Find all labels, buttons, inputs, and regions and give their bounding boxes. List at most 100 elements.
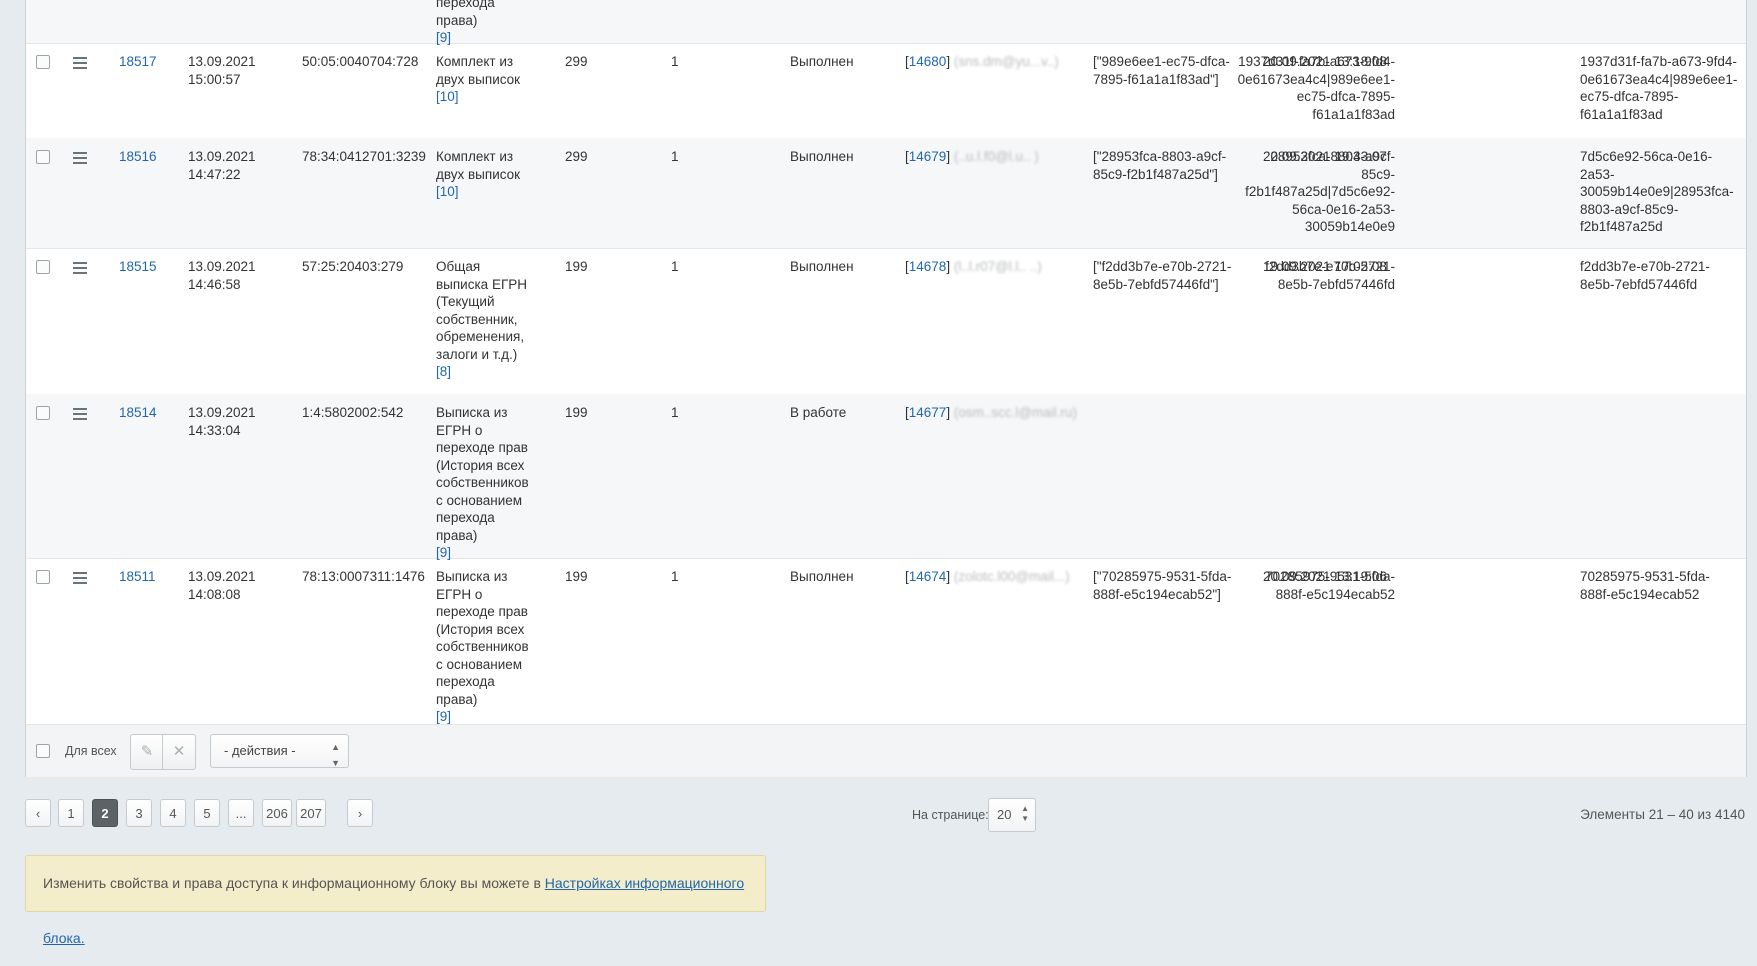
text-line: с основанием	[436, 656, 523, 672]
user-cell: [14679] (..u.l.f0@l.u.. )	[905, 149, 1039, 164]
json-ids: ["f2dd3b7e-e70b-2721- 8e5b-7ebfd57446fd"]	[1093, 258, 1231, 293]
text-line: 13.09.2021	[188, 405, 256, 420]
page-button[interactable]: 2	[92, 799, 118, 827]
orders-grid: перехода права) [9] 18517 13.09.2021 15:00:…	[25, 0, 1747, 777]
text-line: f61a1a1f83ad	[1312, 106, 1395, 122]
product-ref-link[interactable]: [9]	[436, 708, 529, 726]
text-line: ["989e6ee1-ec75-dfca-	[1093, 54, 1230, 69]
select-all-checkbox[interactable]	[36, 744, 50, 758]
text-line: 14:46:58	[188, 276, 241, 292]
order-id-link[interactable]: 18515	[119, 258, 157, 276]
row-checkbox[interactable]	[36, 570, 50, 584]
product-cell: Комплект из двух выписок [10]	[436, 148, 520, 201]
next-page-button[interactable]: ›	[347, 799, 373, 827]
table-row: 18516 13.09.2021 14:47:22 78:34:0412701:323…	[26, 138, 1746, 249]
text-line: двух выписок	[436, 166, 521, 182]
price: 199	[565, 259, 588, 274]
user-id-link[interactable]: 14674	[909, 569, 947, 584]
text-line: f2dd3b7e-e70b-2721-	[1265, 259, 1395, 274]
text-line: собственников	[436, 475, 529, 490]
delete-button[interactable]: ✕	[163, 735, 195, 769]
json-ids: ["70285975-9531-5fda- 888f-e5c194ecab52"]	[1093, 568, 1231, 603]
status: Выполнен	[790, 54, 854, 69]
text-line: собственников	[436, 639, 529, 654]
user-cell: [14677] (osm..scc.l@mail.ru)	[905, 405, 1078, 420]
created-datetime: 13.09.2021 15:00:57	[188, 53, 256, 88]
product-ref-link[interactable]: [10]	[436, 183, 520, 201]
product-ref-link[interactable]: [8]	[436, 363, 527, 381]
status: В работе	[790, 405, 847, 420]
user-id-link[interactable]: 14680	[909, 54, 947, 69]
text-line: 14:47:22	[188, 166, 241, 182]
table-row: 18517 13.09.2021 15:00:57 50:05:0040704:728…	[26, 43, 1746, 139]
text-line: 70285975-9531-5fda-	[1265, 569, 1395, 584]
text-line: Комплект из	[436, 54, 514, 69]
page-button[interactable]: 1	[58, 799, 84, 827]
page-button[interactable]: 4	[160, 799, 186, 827]
user-id-link[interactable]: 14678	[909, 259, 947, 274]
text-line: 28953fca-8803-a9cf-	[1270, 149, 1395, 164]
row-menu-icon[interactable]	[73, 262, 87, 277]
price: 199	[565, 405, 588, 420]
row-checkbox[interactable]	[36, 406, 50, 420]
text-line: ec75-dfca-7895-	[1580, 89, 1679, 104]
text-line: 1937d31f-fa7b-a673-9fd4-	[1238, 54, 1395, 69]
page-button[interactable]: 207	[296, 799, 326, 827]
hash-ids-1: f2dd3b7e-e70b-2721- 8e5b-7ebfd57446fd	[1215, 258, 1395, 293]
text-line: 8e5b-7ebfd57446fd"]	[1093, 276, 1219, 292]
text-line: залоги и т.д.)	[436, 346, 518, 362]
text-line: двух выписок	[436, 71, 521, 87]
select-arrows-icon: ▲ ▼	[1021, 804, 1029, 823]
text-line: 85c9-f2b1f487a25d"]	[1093, 166, 1218, 182]
per-page-select[interactable]: 20 ▲ ▼	[988, 798, 1036, 832]
user-id-link[interactable]: 14679	[909, 149, 947, 164]
text-line: права)	[436, 691, 478, 707]
text-line: 8e5b-7ebfd57446fd	[1277, 276, 1395, 292]
text-line: 30059b14e0e9	[1304, 219, 1395, 234]
order-id-link[interactable]: 18516	[119, 148, 157, 166]
cadastral-number: 50:05:0040704:728	[302, 54, 419, 69]
hash-ids-1: 1937d31f-fa7b-a673-9fd4- 0e61673ea4c4|989…	[1215, 53, 1395, 123]
page-button[interactable]: 3	[126, 799, 152, 827]
actions-select[interactable]: - действия - ▲ ▼	[210, 734, 349, 768]
prev-page-button[interactable]: ‹	[25, 799, 51, 827]
order-id-link[interactable]: 18514	[119, 404, 157, 422]
row-checkbox[interactable]	[36, 55, 50, 69]
price: 299	[565, 54, 588, 69]
product-cell: Комплект из двух выписок [10]	[436, 53, 520, 106]
text-line: 8803-a9cf-85c9-	[1580, 201, 1679, 217]
product-ref-link[interactable]: [10]	[436, 88, 520, 106]
price: 299	[565, 149, 588, 164]
row-checkbox[interactable]	[36, 260, 50, 274]
user-email: (..u.l.f0@l.u.. )	[953, 149, 1039, 164]
row-menu-icon[interactable]	[73, 57, 87, 72]
text-line: Общая	[436, 259, 481, 274]
status: Выполнен	[790, 259, 854, 274]
table-row-partial: перехода права) [9]	[26, 0, 1746, 45]
text-line: 7895-f61a1a1f83ad"]	[1093, 71, 1219, 87]
pencil-icon: ✎	[140, 743, 154, 760]
row-checkbox[interactable]	[36, 150, 50, 164]
row-menu-icon[interactable]	[73, 408, 87, 423]
table-row: 18514 13.09.2021 14:33:04 1:4:5802002:542 Вы…	[26, 394, 1746, 560]
user-id-link[interactable]: 14677	[909, 405, 947, 420]
text-line: ЕГРН о	[436, 586, 483, 602]
hash-ids-2: 70285975-9531-5fda- 888f-e5c194ecab52	[1580, 568, 1740, 603]
quantity: 1	[671, 54, 679, 69]
user-cell: [14680] (sns.dm@yu...v..)	[905, 54, 1059, 69]
page-button[interactable]: 206	[262, 799, 292, 827]
text-line: собственник,	[436, 311, 518, 327]
order-id-link[interactable]: 18517	[119, 53, 157, 71]
page-button[interactable]: ...	[228, 799, 254, 827]
row-menu-icon[interactable]	[73, 572, 87, 587]
order-id-link[interactable]: 18511	[119, 568, 156, 586]
text-line: 13.09.2021	[188, 569, 256, 584]
edit-button[interactable]: ✎	[131, 735, 163, 769]
elements-count: Элементы 21 – 40 из 4140	[1580, 807, 1745, 822]
text-line: (История всех	[436, 621, 525, 637]
table-row: 18515 13.09.2021 14:46:58 57:25:20403:279 Об…	[26, 248, 1746, 395]
row-menu-icon[interactable]	[73, 152, 87, 167]
user-email: (sns.dm@yu...v..)	[953, 54, 1059, 69]
page-button[interactable]: 5	[194, 799, 220, 827]
created-datetime: 13.09.2021 14:47:22	[188, 148, 256, 183]
